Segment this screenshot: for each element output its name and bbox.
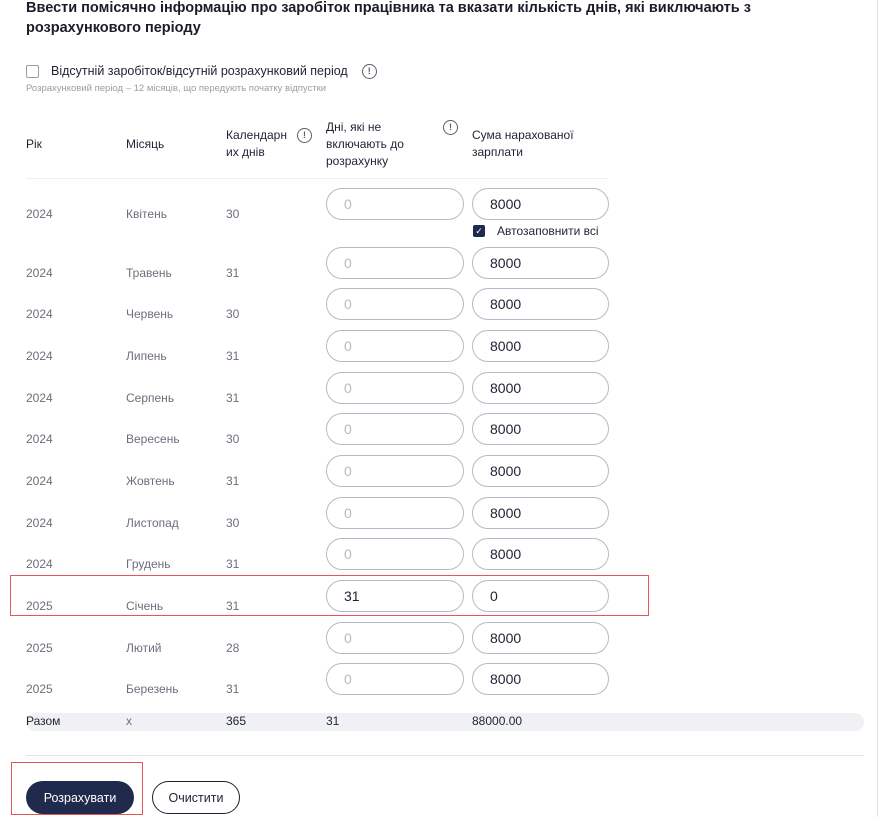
row-month: Липень [126, 349, 167, 363]
row-calendar-days: 30 [226, 207, 240, 221]
row-year: 2024 [26, 391, 53, 405]
row-year: 2024 [26, 266, 53, 280]
footer-divider [26, 755, 864, 756]
row-month: Жовтень [126, 474, 175, 488]
period-hint: Розрахунковий період – 12 місяців, що пе… [26, 83, 327, 94]
absent-earnings-label[interactable]: Відсутній заробіток/відсутній розрахунко… [51, 64, 348, 78]
salary-input[interactable]: 8000 [472, 330, 609, 362]
salary-input[interactable]: 8000 [472, 188, 609, 220]
excluded-days-input[interactable]: 0 [326, 247, 464, 279]
row-month: Квітень [126, 207, 167, 221]
row-month: Серпень [126, 391, 175, 405]
totals-calendar-days: 365 [226, 714, 247, 728]
absent-earnings-checkbox[interactable] [26, 64, 39, 78]
calculate-button[interactable]: Розрахувати [26, 781, 134, 814]
totals-row [26, 713, 864, 731]
row-month: Лютий [126, 641, 162, 655]
salary-input[interactable]: 8000 [472, 538, 609, 570]
row-year: 2024 [26, 207, 53, 221]
row-calendar-days: 31 [226, 266, 240, 280]
row-month: Червень [126, 307, 174, 321]
absent-earnings-row: Відсутній заробіток/відсутній розрахунко… [26, 62, 377, 80]
row-month: Березень [126, 682, 179, 696]
row-calendar-days: 30 [226, 307, 240, 321]
row-calendar-days: 28 [226, 641, 240, 655]
excluded-days-input[interactable]: 0 [326, 455, 464, 487]
row-year: 2024 [26, 516, 53, 530]
salary-input[interactable]: 8000 [472, 663, 609, 695]
autofill-label[interactable]: Автозаповнити всі [497, 224, 599, 238]
salary-input[interactable]: 8000 [472, 413, 609, 445]
row-year: 2025 [26, 641, 53, 655]
excluded-days-input[interactable]: 0 [326, 372, 464, 404]
header-divider [26, 178, 608, 179]
row-year: 2025 [26, 682, 53, 696]
totals-excluded-days: 31 [326, 714, 340, 728]
row-calendar-days: 30 [226, 432, 240, 446]
excluded-days-input[interactable]: 0 [326, 622, 464, 654]
row-month: Листопад [126, 516, 179, 530]
info-icon[interactable]: ! [443, 120, 458, 135]
totals-salary: 88000.00 [472, 714, 523, 728]
salary-input[interactable]: 8000 [472, 455, 609, 487]
salary-input[interactable]: 8000 [472, 247, 609, 279]
column-header-calendar-days: Календарн их днів [226, 128, 287, 159]
row-highlight-frame [10, 575, 649, 616]
excluded-days-input[interactable]: 0 [326, 538, 464, 570]
row-year: 2024 [26, 557, 53, 571]
page-right-border [877, 0, 878, 817]
row-calendar-days: 31 [226, 557, 240, 571]
row-month: Травень [126, 266, 172, 280]
column-header-salary: Сума нарахованої зарплати [472, 128, 574, 159]
column-header-month: Місяць [126, 137, 165, 151]
salary-input[interactable]: 8000 [472, 622, 609, 654]
excluded-days-input[interactable]: 0 [326, 188, 464, 220]
excluded-days-input[interactable]: 0 [326, 330, 464, 362]
clear-button[interactable]: Очистити [152, 781, 240, 814]
info-icon[interactable]: ! [361, 63, 377, 79]
salary-input[interactable]: 8000 [472, 288, 609, 320]
row-year: 2024 [26, 349, 53, 363]
excluded-days-input[interactable]: 0 [326, 497, 464, 529]
row-month: Грудень [126, 557, 171, 571]
autofill-checkbox[interactable]: ✓ [473, 225, 485, 237]
column-header-excluded-days: Дні, які не включають до розрахунку [326, 120, 404, 168]
row-year: 2024 [26, 474, 53, 488]
row-calendar-days: 31 [226, 474, 240, 488]
row-month: Вересень [126, 432, 180, 446]
row-calendar-days: 31 [226, 682, 240, 696]
row-year: 2024 [26, 432, 53, 446]
form-title: Ввести помісячно інформацію про заробіто… [26, 0, 751, 36]
row-year: 2024 [26, 307, 53, 321]
salary-input[interactable]: 8000 [472, 497, 609, 529]
row-calendar-days: 31 [226, 349, 240, 363]
info-icon[interactable]: ! [297, 128, 312, 143]
autofill-all[interactable]: ✓ Автозаповнити всі [473, 223, 599, 239]
row-calendar-days: 31 [226, 391, 240, 405]
totals-month: х [126, 714, 132, 728]
excluded-days-input[interactable]: 0 [326, 413, 464, 445]
salary-input[interactable]: 8000 [472, 372, 609, 404]
excluded-days-input[interactable]: 0 [326, 663, 464, 695]
column-header-year: Рік [26, 137, 42, 151]
excluded-days-input[interactable]: 0 [326, 288, 464, 320]
totals-label: Разом [26, 714, 61, 728]
row-calendar-days: 30 [226, 516, 240, 530]
